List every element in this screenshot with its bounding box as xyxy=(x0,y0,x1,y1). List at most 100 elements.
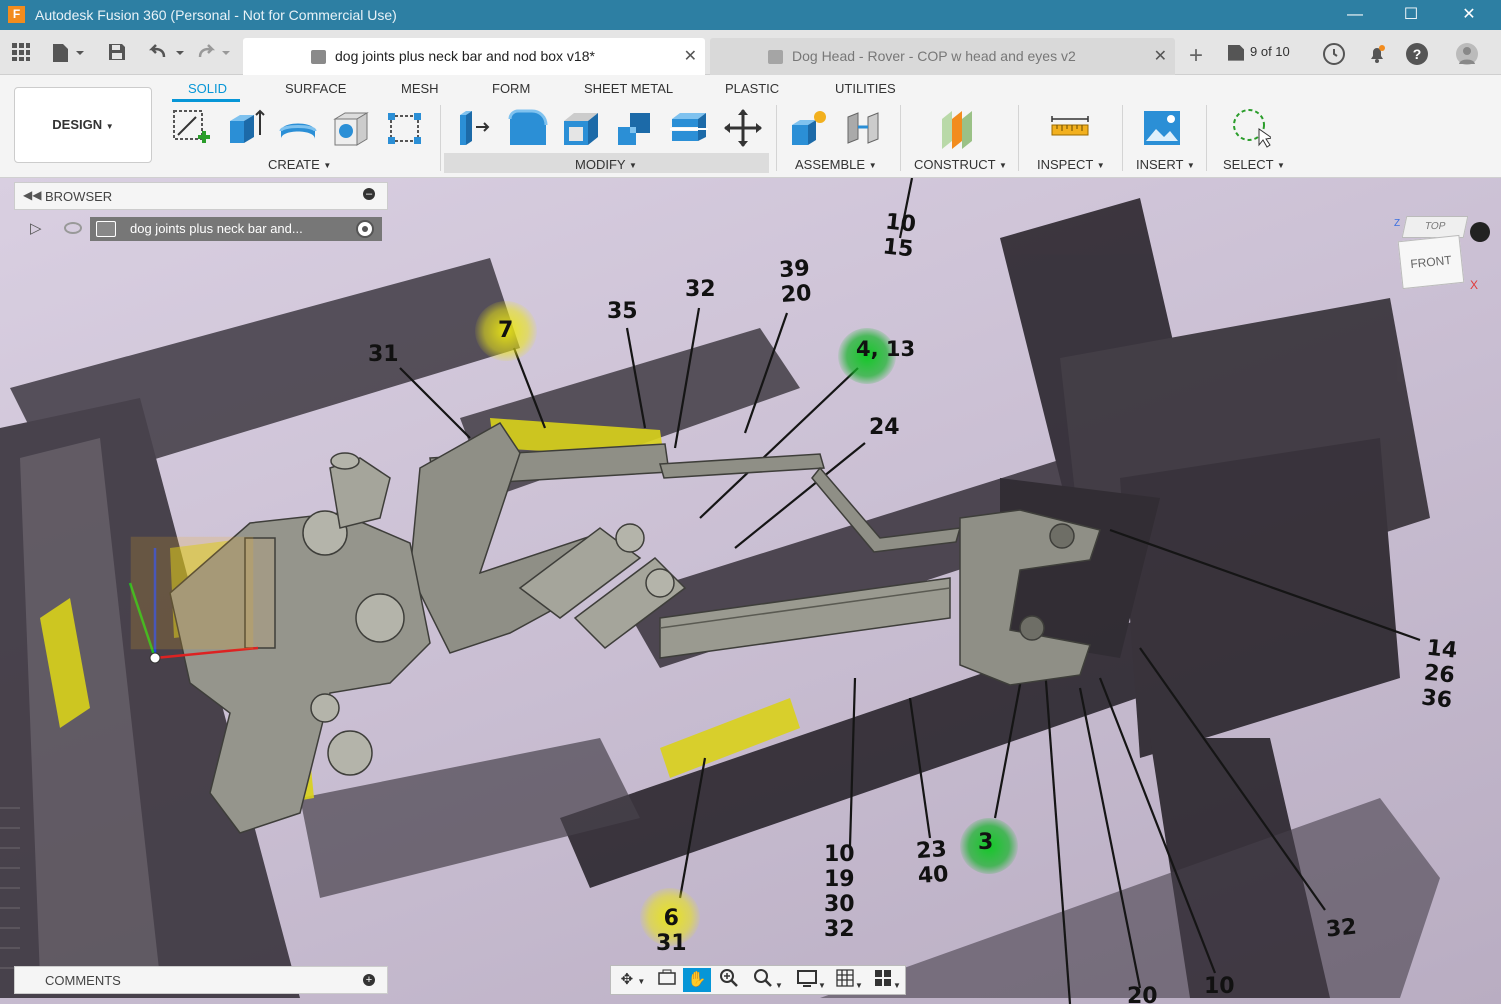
view-cube-menu-icon[interactable] xyxy=(1470,222,1490,242)
browser-panel-header[interactable]: ◀◀ BROWSER – xyxy=(14,182,388,210)
browser-root-component[interactable]: ▷ dog joints plus neck bar and... xyxy=(30,216,385,244)
origin-triad xyxy=(128,536,259,660)
press-pull-icon[interactable] xyxy=(452,107,494,149)
file-menu-icon[interactable] xyxy=(50,42,86,64)
pattern-icon[interactable] xyxy=(384,107,426,149)
ribbon-separator xyxy=(1206,105,1207,171)
navigation-toolbar: ✥ ▼ ✋ ▼ ▼ ▼ ▼ xyxy=(610,965,906,995)
zoom-icon[interactable] xyxy=(715,968,743,992)
tab-utilities[interactable]: UTILITIES xyxy=(835,81,896,96)
comments-panel[interactable]: COMMENTS + xyxy=(14,966,388,994)
view-cube-z-axis: Z xyxy=(1394,218,1401,229)
revolve-icon[interactable] xyxy=(277,107,319,149)
insert-canvas-icon[interactable] xyxy=(1141,107,1183,149)
collapse-browser-icon[interactable]: ◀◀ xyxy=(23,188,41,202)
callout-label: 20 xyxy=(1127,984,1158,1004)
assemble-label: ASSEMBLE xyxy=(795,157,866,172)
create-menu[interactable]: CREATE ▼ xyxy=(268,157,331,172)
fit-zoom-icon[interactable]: ▼ xyxy=(749,968,787,992)
notifications-bell-icon[interactable] xyxy=(1366,43,1388,65)
callout-label: 7 xyxy=(498,318,514,343)
close-tab-icon[interactable]: ✕ xyxy=(684,38,697,75)
version-icon xyxy=(1228,44,1244,61)
tab-inactive-document[interactable]: Dog Head - Rover - COP w head and eyes v… xyxy=(710,38,1175,75)
callout-label: 10 19 30 32 xyxy=(824,842,855,942)
origin-point xyxy=(149,652,161,664)
undo-icon[interactable] xyxy=(148,42,188,64)
active-tab-indicator xyxy=(172,99,240,102)
data-panel-grid-icon[interactable] xyxy=(10,42,32,64)
visibility-eye-icon[interactable] xyxy=(64,222,82,234)
browser-title: BROWSER xyxy=(45,189,113,204)
display-settings-icon[interactable]: ▼ xyxy=(791,968,831,992)
select-menu[interactable]: SELECT ▼ xyxy=(1223,157,1285,172)
inspect-label: INSPECT xyxy=(1037,157,1094,172)
viewports-icon[interactable]: ▼ xyxy=(869,968,905,992)
minimize-button[interactable]: — xyxy=(1326,0,1384,30)
workspace-switcher-button[interactable]: DESIGN ▼ xyxy=(14,87,152,163)
canvas-scene xyxy=(0,178,1440,1004)
callout-label: 24 xyxy=(869,415,900,440)
maximize-button[interactable]: ☐ xyxy=(1382,0,1440,30)
toolbar-ribbon: DESIGN ▼ SOLID SURFACE MESH FORM SHEET M… xyxy=(0,75,1501,178)
root-component-label[interactable]: dog joints plus neck bar and... xyxy=(90,217,382,241)
tab-surface[interactable]: SURFACE xyxy=(285,81,346,96)
tab-inactive-label: Dog Head - Rover - COP w head and eyes v… xyxy=(792,48,1076,64)
hole-icon[interactable] xyxy=(331,107,373,149)
redo-icon[interactable] xyxy=(196,42,236,64)
close-window-button[interactable]: ✕ xyxy=(1440,0,1498,30)
pan-hand-icon[interactable]: ✋ xyxy=(683,968,711,992)
new-component-icon[interactable] xyxy=(788,107,830,149)
grid-settings-icon[interactable]: ▼ xyxy=(831,968,867,992)
job-status-clock-icon[interactable] xyxy=(1323,43,1345,65)
callout-label: 32 xyxy=(685,277,716,302)
orbit-icon[interactable]: ✥ ▼ xyxy=(615,968,651,992)
extrude-icon[interactable] xyxy=(224,107,266,149)
cad-model xyxy=(169,422,1101,834)
user-avatar-icon[interactable] xyxy=(1456,43,1478,65)
shell-icon[interactable] xyxy=(560,107,602,149)
tab-active-document[interactable]: dog joints plus neck bar and nod box v18… xyxy=(243,38,705,75)
add-comment-icon[interactable]: + xyxy=(363,974,375,986)
callout-label: 4, 13 xyxy=(856,337,916,361)
tab-sheet-metal[interactable]: SHEET METAL xyxy=(584,81,673,96)
version-indicator[interactable]: 9 of 10 xyxy=(1228,44,1290,61)
split-body-icon[interactable] xyxy=(668,107,710,149)
assemble-menu[interactable]: ASSEMBLE ▼ xyxy=(795,157,877,172)
look-at-icon[interactable] xyxy=(653,968,681,992)
modify-label: MODIFY xyxy=(575,157,626,172)
move-copy-icon[interactable] xyxy=(722,107,764,149)
component-icon xyxy=(311,50,326,64)
tab-form[interactable]: FORM xyxy=(492,81,530,96)
create-sketch-icon[interactable] xyxy=(170,107,212,149)
collapse-panel-icon[interactable]: – xyxy=(363,188,375,200)
new-tab-button[interactable]: + xyxy=(1180,40,1212,72)
view-cube[interactable]: TOP FRONT Z X xyxy=(1394,216,1478,296)
callout-label: 23 40 xyxy=(915,836,950,890)
select-icon[interactable] xyxy=(1229,107,1274,149)
save-icon[interactable] xyxy=(106,42,128,64)
tab-plastic[interactable]: PLASTIC xyxy=(725,81,779,96)
tab-mesh[interactable]: MESH xyxy=(401,81,439,96)
expand-arrow-icon[interactable]: ▷ xyxy=(30,219,42,237)
tab-solid[interactable]: SOLID xyxy=(188,81,227,96)
fillet-icon[interactable] xyxy=(506,107,548,149)
insert-label: INSERT xyxy=(1136,157,1184,172)
joint-icon[interactable] xyxy=(842,107,884,149)
offset-plane-icon[interactable] xyxy=(936,107,978,149)
insert-menu[interactable]: INSERT ▼ xyxy=(1136,157,1195,172)
version-count: 9 of 10 xyxy=(1250,44,1290,59)
canvas-viewport[interactable]: 10 15 39 20 32 35 7 31 4, 13 24 14 26 36 10 1… xyxy=(0,178,1501,1004)
help-icon[interactable]: ? xyxy=(1406,43,1428,65)
close-tab-icon[interactable]: ✕ xyxy=(1154,38,1167,75)
modify-menu[interactable]: MODIFY ▼ xyxy=(575,157,637,172)
activate-component-radio[interactable] xyxy=(356,220,374,238)
measure-icon[interactable] xyxy=(1049,107,1091,149)
tab-active-label: dog joints plus neck bar and nod box v18… xyxy=(335,48,595,64)
construct-menu[interactable]: CONSTRUCT ▼ xyxy=(914,157,1007,172)
inspect-menu[interactable]: INSPECT ▼ xyxy=(1037,157,1105,172)
callout-label: 10 15 xyxy=(881,209,918,263)
view-cube-front[interactable]: FRONT xyxy=(1397,234,1465,290)
callout-label: 39 20 xyxy=(778,255,813,309)
combine-icon[interactable] xyxy=(614,107,656,149)
